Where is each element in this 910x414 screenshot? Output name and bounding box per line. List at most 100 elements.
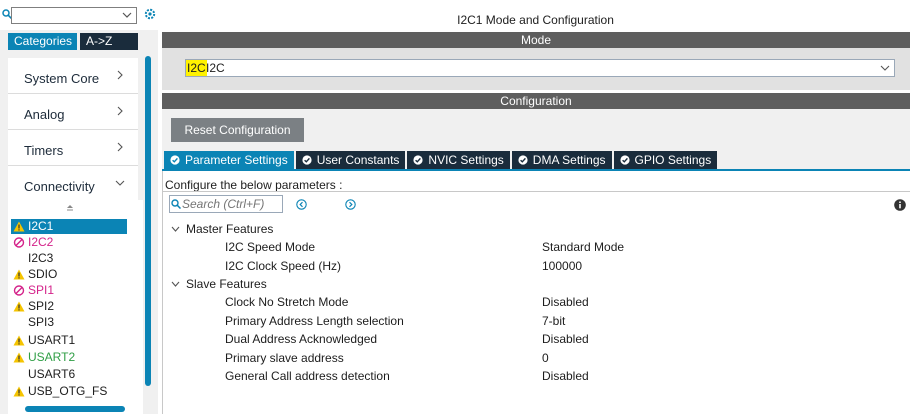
- peripheral-spi3[interactable]: SPI3: [11, 315, 127, 330]
- page-title: I2C1 Mode and Configuration: [457, 13, 614, 27]
- param-name: I2C Speed Mode: [225, 240, 316, 254]
- param-value[interactable]: Disabled: [542, 295, 589, 309]
- connectivity-peripheral-list: I2C1 I2C2 I2C3 SDIO SPI1 SPI2 SPI3 USART…: [8, 200, 143, 414]
- param-value[interactable]: Standard Mode: [542, 240, 624, 254]
- tab-a-z[interactable]: A->Z: [80, 33, 138, 50]
- check-circle-icon: [619, 155, 630, 165]
- chevron-down-icon: [115, 180, 125, 186]
- peripheral-label: SPI3: [28, 315, 55, 329]
- param-name: Dual Address Acknowledged: [225, 332, 378, 346]
- category-connectivity[interactable]: Connectivity: [8, 166, 138, 202]
- peripheral-i2c2[interactable]: I2C2: [11, 235, 127, 250]
- config-tabs: Parameter Settings User Constants NVIC S…: [164, 151, 719, 169]
- param-value[interactable]: Disabled: [542, 369, 589, 383]
- chevron-down-icon[interactable]: [880, 63, 890, 73]
- param-value[interactable]: 7-bit: [542, 314, 565, 328]
- peripheral-label: USART2: [28, 350, 76, 364]
- left-search-combobox[interactable]: [11, 7, 137, 24]
- parameter-settings-panel: Configure the below parameters : Search …: [162, 171, 910, 414]
- tab-user-constants[interactable]: User Constants: [295, 151, 406, 169]
- param-name: Primary Address Length selection: [225, 314, 404, 328]
- chevron-down-icon: [171, 281, 180, 287]
- check-circle-icon: [413, 155, 424, 165]
- tab-parameter-settings[interactable]: Parameter Settings: [164, 151, 294, 169]
- tab-label: User Constants: [316, 153, 400, 167]
- tab-nvic-settings[interactable]: NVIC Settings: [407, 151, 510, 169]
- divider: [163, 191, 910, 192]
- tab-label: NVIC Settings: [428, 153, 504, 167]
- peripheral-spi1[interactable]: SPI1: [11, 283, 127, 298]
- param-name: General Call address detection: [225, 369, 390, 383]
- stm32-cube-window: Categories A->Z System Core Analog Timer…: [0, 0, 910, 414]
- left-horizontal-scrollbar[interactable]: [25, 406, 125, 412]
- category-label: Connectivity: [24, 179, 95, 194]
- tab-dma-settings[interactable]: DMA Settings: [511, 151, 612, 169]
- check-circle-icon: [302, 155, 312, 165]
- right-panel: I2C1 Mode and Configuration Mode I2C I2C…: [161, 0, 910, 414]
- param-value[interactable]: 100000: [542, 259, 582, 273]
- prohibited-icon: [13, 237, 25, 248]
- peripheral-label: USB_OTG_FS: [28, 384, 108, 398]
- parameters-caption: Configure the below parameters :: [165, 178, 343, 192]
- param-value[interactable]: Disabled: [542, 332, 589, 346]
- tab-gpio-settings[interactable]: GPIO Settings: [613, 151, 718, 169]
- gear-icon[interactable]: [143, 6, 157, 22]
- peripheral-label: I2C1: [28, 219, 54, 233]
- mode-select[interactable]: I2C I2C: [185, 59, 895, 77]
- peripheral-label: USART1: [28, 333, 76, 347]
- peripheral-usart6[interactable]: USART6: [11, 367, 127, 382]
- group-master-features[interactable]: Master Features: [171, 222, 273, 236]
- peripheral-usart1[interactable]: USART1: [11, 333, 127, 348]
- mode-select-value: I2C: [206, 61, 225, 75]
- chevron-right-icon: [117, 70, 123, 80]
- category-label: Timers: [24, 143, 64, 158]
- peripheral-usb-otg-fs[interactable]: USB_OTG_FS: [11, 384, 127, 399]
- search-icon: [171, 199, 181, 209]
- check-circle-icon: [170, 155, 180, 165]
- mode-search-highlight: I2C: [186, 60, 207, 76]
- group-title: Master Features: [186, 222, 274, 236]
- prohibited-icon: [13, 285, 25, 296]
- left-search-row: [0, 0, 158, 30]
- previous-match-icon[interactable]: [296, 199, 307, 210]
- warning-icon: [13, 301, 25, 312]
- left-tabs: Categories A->Z: [8, 33, 138, 50]
- category-timers[interactable]: Timers: [8, 130, 138, 166]
- chevron-down-icon[interactable]: [122, 10, 132, 20]
- param-name: Primary slave address: [225, 351, 344, 365]
- category-label: Analog: [24, 107, 65, 122]
- collapse-up-icon[interactable]: [65, 204, 75, 212]
- peripheral-label: USART6: [28, 367, 76, 381]
- group-title: Slave Features: [186, 277, 267, 291]
- peripheral-usart2[interactable]: USART2: [11, 350, 127, 365]
- reset-configuration-button[interactable]: Reset Configuration: [171, 118, 304, 142]
- left-scrollbar[interactable]: [145, 56, 151, 386]
- warning-icon: [13, 335, 25, 346]
- group-slave-features[interactable]: Slave Features: [171, 277, 267, 291]
- peripheral-label: I2C3: [28, 251, 54, 265]
- peripheral-label: SPI1: [28, 283, 55, 297]
- param-name: Clock No Stretch Mode: [225, 295, 349, 309]
- next-match-icon[interactable]: [345, 199, 356, 210]
- warning-icon: [13, 352, 25, 363]
- peripheral-spi2[interactable]: SPI2: [11, 299, 127, 314]
- tab-label: DMA Settings: [532, 153, 606, 167]
- peripheral-sdio[interactable]: SDIO: [11, 267, 127, 282]
- param-value[interactable]: 0: [542, 351, 549, 365]
- warning-icon: [13, 269, 25, 280]
- parameter-search-input[interactable]: [182, 197, 280, 211]
- parameter-search: [169, 195, 283, 213]
- peripheral-label: I2C2: [28, 235, 54, 249]
- category-analog[interactable]: Analog: [8, 94, 138, 130]
- tab-label: GPIO Settings: [634, 153, 712, 167]
- category-system-core[interactable]: System Core: [8, 58, 138, 94]
- chevron-right-icon: [117, 142, 123, 152]
- peripheral-label: SPI2: [28, 299, 55, 313]
- info-icon[interactable]: [894, 199, 906, 211]
- peripheral-i2c3[interactable]: I2C3: [11, 251, 127, 266]
- tab-label: Parameter Settings: [185, 153, 288, 167]
- peripheral-i2c1[interactable]: I2C1: [11, 219, 127, 234]
- tab-categories[interactable]: Categories: [8, 33, 77, 50]
- mode-header: Mode: [162, 32, 910, 48]
- check-circle-icon: [518, 155, 528, 165]
